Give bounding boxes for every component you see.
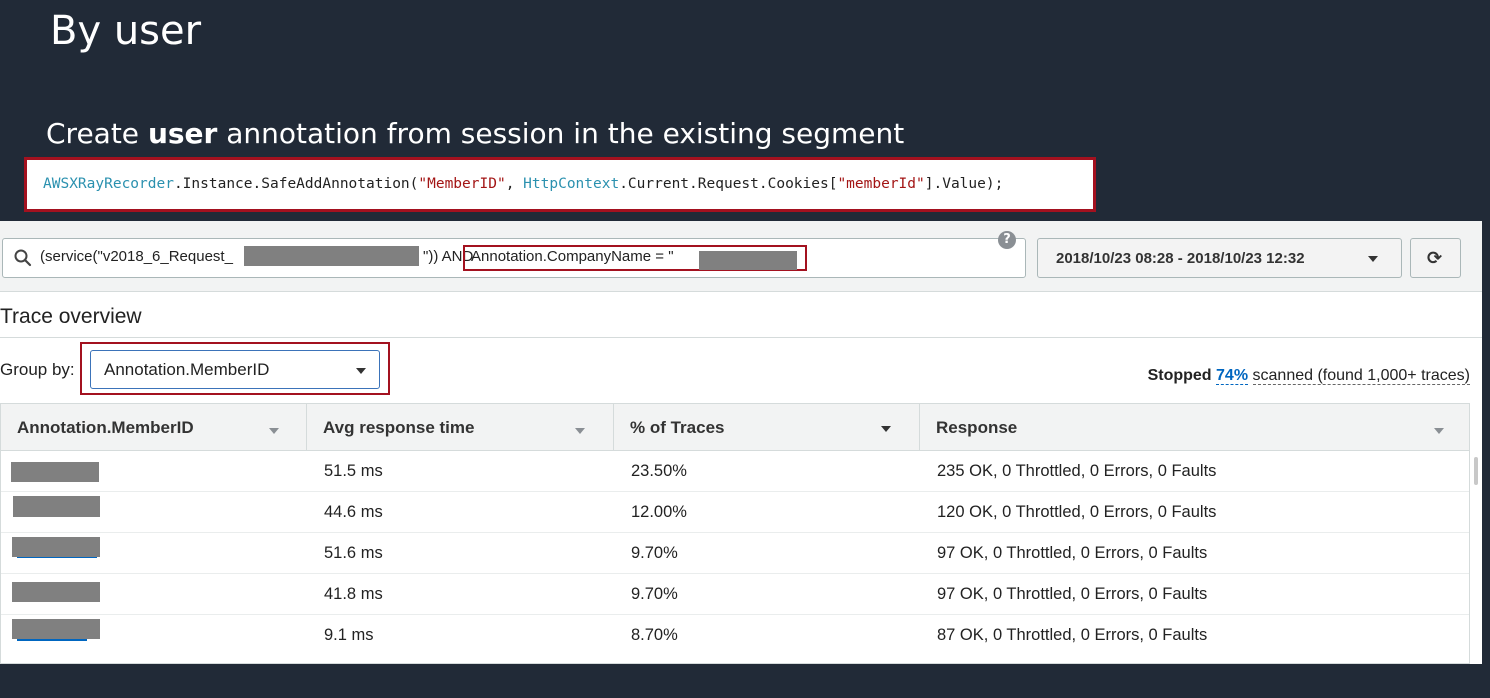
filter-query-part1: (service("v2018_6_Request_: [40, 248, 233, 265]
scan-percent-link[interactable]: 74%: [1216, 367, 1249, 385]
filter-expression-input[interactable]: (service("v2018_6_Request_ ")) AND Annot…: [2, 238, 1026, 278]
subtitle-text-post: annotation from session in the existing …: [217, 117, 905, 150]
response-cell: 97 OK, 0 Throttled, 0 Errors, 0 Faults: [937, 585, 1208, 603]
code-token-string: "MemberID": [418, 176, 506, 192]
column-header-label: Response: [936, 418, 1018, 437]
filter-bar: (service("v2018_6_Request_ ")) AND Annot…: [0, 221, 1482, 292]
avg-response-time-cell: 9.1 ms: [324, 626, 374, 644]
avg-response-time-cell: 41.8 ms: [324, 585, 383, 603]
column-header-percent-of-traces[interactable]: % of Traces: [614, 404, 920, 451]
code-token-string: "memberId": [837, 176, 925, 192]
group-by-label: Group by:: [0, 360, 75, 379]
column-header-label: Annotation.MemberID: [17, 418, 194, 437]
refresh-icon: ⟳: [1427, 248, 1443, 269]
refresh-button[interactable]: ⟳: [1410, 238, 1461, 278]
avg-response-time-cell: 51.5 ms: [324, 462, 383, 480]
code-token-class: AWSXRayRecorder: [43, 176, 174, 192]
caret-down-icon: [356, 368, 366, 374]
table-row[interactable]: 44.6 ms 12.00% 120 OK, 0 Throttled, 0 Er…: [1, 492, 1469, 533]
redacted-member-id: [11, 462, 99, 482]
code-token-end: ].Value);: [924, 176, 1004, 192]
response-cell: 120 OK, 0 Throttled, 0 Errors, 0 Faults: [937, 503, 1217, 521]
column-header-member-id[interactable]: Annotation.MemberID: [1, 404, 307, 451]
table-row[interactable]: 51.6 ms 9.70% 97 OK, 0 Throttled, 0 Erro…: [1, 533, 1469, 574]
xray-console-panel: (service("v2018_6_Request_ ")) AND Annot…: [0, 221, 1482, 664]
column-header-avg-response-time[interactable]: Avg response time: [307, 404, 614, 451]
code-token-sep: ,: [505, 176, 524, 192]
slide-title: By user: [50, 8, 202, 54]
code-token-access: .Current.Request.Cookies[: [619, 176, 838, 192]
redacted-member-id: [12, 537, 100, 557]
trace-group-table: Annotation.MemberID Avg response time % …: [0, 403, 1470, 664]
sort-caret-icon: [881, 426, 891, 432]
sort-caret-icon: [269, 428, 279, 434]
column-header-label: Avg response time: [323, 418, 475, 437]
redacted-member-id: [13, 496, 100, 517]
column-header-label: % of Traces: [630, 418, 725, 437]
trace-overview-title: Trace overview: [0, 305, 142, 328]
table-scrollbar[interactable]: [1474, 457, 1478, 485]
code-token-class: HttpContext: [523, 176, 620, 192]
avg-response-time-cell: 51.6 ms: [324, 544, 383, 562]
redacted-block: [699, 251, 797, 270]
avg-response-time-cell: 44.6 ms: [324, 503, 383, 521]
code-token-method: .Instance.SafeAddAnnotation(: [173, 176, 419, 192]
redacted-block: [244, 246, 419, 266]
group-by-select[interactable]: Annotation.MemberID: [90, 350, 380, 389]
code-snippet-box: AWSXRayRecorder.Instance.SafeAddAnnotati…: [24, 157, 1096, 212]
group-by-selected-value: Annotation.MemberID: [104, 360, 270, 379]
table-row[interactable]: 9.1 ms 8.70% 87 OK, 0 Throttled, 0 Error…: [1, 615, 1469, 656]
divider: [0, 337, 1482, 338]
sort-caret-icon: [575, 428, 585, 434]
subtitle-text-pre: Create: [46, 117, 148, 150]
time-range-button[interactable]: 2018/10/23 08:28 - 2018/10/23 12:32: [1037, 238, 1402, 278]
sort-caret-icon: [1434, 428, 1444, 434]
response-cell: 235 OK, 0 Throttled, 0 Errors, 0 Faults: [937, 462, 1217, 480]
redacted-member-id: [12, 582, 100, 602]
scan-status: Stopped 74% scanned (found 1,000+ traces…: [1148, 367, 1470, 385]
percent-of-traces-cell: 8.70%: [631, 626, 678, 644]
table-row[interactable]: 51.5 ms 23.50% 235 OK, 0 Throttled, 0 Er…: [1, 451, 1469, 492]
redacted-member-id: [12, 619, 100, 639]
caret-down-icon: [1368, 256, 1378, 262]
percent-of-traces-cell: 23.50%: [631, 462, 687, 480]
scan-status-stopped: Stopped: [1147, 367, 1212, 384]
subtitle-text-bold: user: [147, 117, 218, 150]
slide-subtitle: Create user annotation from session in t…: [46, 117, 904, 150]
search-icon: [14, 249, 32, 267]
code-line: AWSXRayRecorder.Instance.SafeAddAnnotati…: [43, 176, 1003, 192]
percent-of-traces-cell: 9.70%: [631, 544, 678, 562]
time-range-label: 2018/10/23 08:28 - 2018/10/23 12:32: [1056, 250, 1305, 267]
response-cell: 87 OK, 0 Throttled, 0 Errors, 0 Faults: [937, 626, 1208, 644]
scan-status-detail: scanned (found 1,000+ traces): [1252, 367, 1470, 385]
response-cell: 97 OK, 0 Throttled, 0 Errors, 0 Faults: [937, 544, 1208, 562]
help-icon[interactable]: ?: [998, 231, 1016, 249]
filter-query-part3: Annotation.CompanyName = ": [471, 248, 674, 265]
column-header-response[interactable]: Response: [920, 404, 1469, 451]
percent-of-traces-cell: 9.70%: [631, 585, 678, 603]
table-row[interactable]: 41.8 ms 9.70% 97 OK, 0 Throttled, 0 Erro…: [1, 574, 1469, 615]
percent-of-traces-cell: 12.00%: [631, 503, 687, 521]
